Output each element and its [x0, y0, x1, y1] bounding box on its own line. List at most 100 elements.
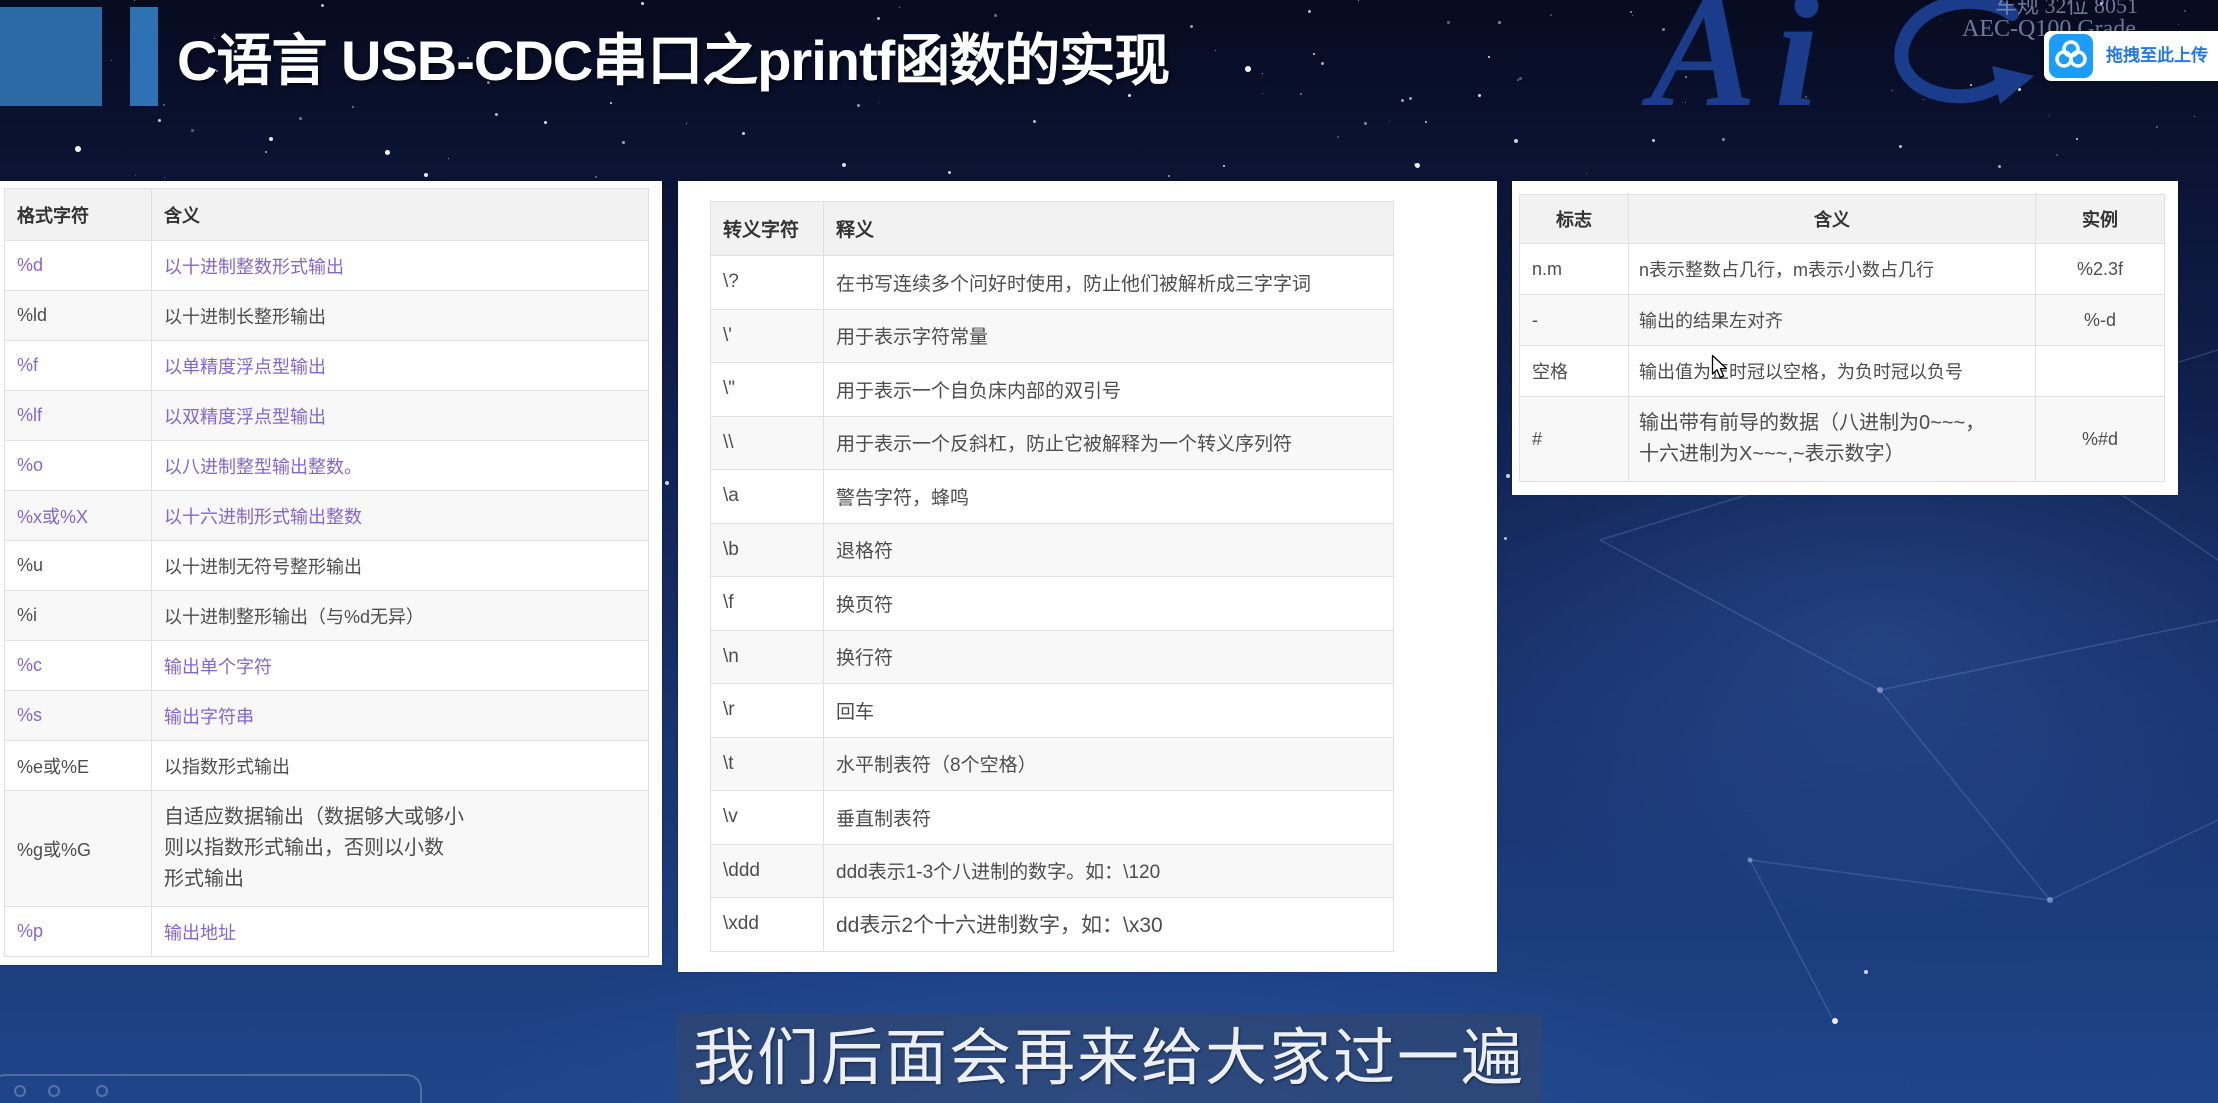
flag-cell: -	[1519, 294, 1629, 346]
format-table-row: %x或%X 以十六进制形式输出整数	[4, 490, 649, 541]
escape-table-row: \? 在书写连续多个问好时使用，防止他们被解析成三字字词	[710, 255, 1394, 310]
format-meaning-cell: 以八进制整型输出整数。	[151, 440, 649, 491]
format-flag-table: 标志 含义 实例 n.m n表示整数占几行，m表示小数占几行 %2.3f - 输出的结果左对齐…	[1519, 194, 2165, 482]
escape-table-row: \a 警告字符，蜂鸣	[710, 469, 1394, 524]
subtitle-caption-box: 我们后面会再来给大家过一遍	[676, 1014, 1542, 1103]
format-column-header: 含义	[151, 188, 649, 241]
flag-cell: #	[1519, 396, 1629, 482]
escape-table-row: \v 垂直制表符	[710, 790, 1394, 845]
flag-meaning-cell: 输出值为正时冠以空格，为负时冠以负号	[1628, 345, 2036, 397]
format-meaning-cell: 以十进制长整形输出	[151, 290, 649, 341]
format-header-row: 格式字符 含义	[4, 188, 649, 241]
format-table-row: %s 输出字符串	[4, 690, 649, 741]
escape-table-row: \" 用于表示一个自负床内部的双引号	[710, 362, 1394, 417]
format-spec-cell: %f	[4, 340, 152, 391]
format-table-row: %c 输出单个字符	[4, 640, 649, 691]
format-meaning-cell: 以十进制整数形式输出	[151, 240, 649, 291]
format-meaning-cell: 以单精度浮点型输出	[151, 340, 649, 391]
player-control-bar[interactable]	[0, 1074, 422, 1103]
format-table-row: %e或%E 以指数形式输出	[4, 740, 649, 791]
escape-table-row: \r 回车	[710, 683, 1394, 738]
escape-meaning-cell: 警告字符，蜂鸣	[823, 469, 1394, 524]
flag-column-header: 标志	[1519, 194, 1629, 244]
format-spec-cell: %d	[4, 240, 152, 291]
format-specifier-table: 格式字符 含义 %d 以十进制整数形式输出 %ld 以十进制长整形输出 %f 以单精度浮点型输…	[4, 188, 649, 957]
format-column-header: 格式字符	[4, 188, 152, 241]
format-specifier-panel: 格式字符 含义 %d 以十进制整数形式输出 %ld 以十进制长整形输出 %f 以单精度浮点型输…	[0, 181, 662, 965]
upload-drop-button[interactable]: 拖拽至此上传	[2044, 31, 2218, 81]
flag-column-header: 实例	[2035, 194, 2165, 244]
escape-char-cell: \xdd	[710, 897, 824, 952]
format-spec-cell: %s	[4, 690, 152, 741]
format-spec-cell: %e或%E	[4, 740, 152, 791]
format-meaning-cell: 输出地址	[151, 906, 649, 957]
escape-table-row: \' 用于表示字符常量	[710, 308, 1394, 363]
flag-header-row: 标志 含义 实例	[1519, 194, 2165, 244]
format-meaning-cell-line: 则以指数形式输出，否则以小数	[164, 837, 444, 859]
format-meaning-cell: 以十进制整形输出（与%d无异）	[151, 590, 649, 641]
escape-char-cell: \\	[710, 415, 824, 470]
flag-meaning-cell: n表示整数占几行，m表示小数占几行	[1628, 243, 2036, 295]
format-table-row: %u 以十进制无符号整形输出	[4, 540, 649, 591]
escape-meaning-cell: ddd表示1-3个八进制的数字。如：\120	[823, 843, 1394, 898]
format-spec-cell: %o	[4, 440, 152, 491]
format-table-row: %g或%G 自适应数据输出（数据够大或够小 则以指数形式输出，否则以小数 形式输出	[4, 790, 649, 907]
escape-char-cell: \t	[710, 736, 824, 791]
flag-meaning-cell: 输出的结果左对齐	[1628, 294, 2036, 346]
format-meaning-cell: 以双精度浮点型输出	[151, 390, 649, 441]
player-control-icon[interactable]	[14, 1085, 26, 1097]
flag-table-row: # 输出带有前导的数据（八进制为0~~~， 十六进制为X~~~,~表示数字） %#d	[1519, 396, 2165, 482]
format-meaning-cell: 以指数形式输出	[151, 740, 649, 791]
escape-char-cell: \r	[710, 683, 824, 738]
escape-header-row: 转义字符 释义	[710, 201, 1394, 256]
escape-meaning-cell: 水平制表符（8个空格）	[823, 736, 1394, 791]
title-accent-bar	[130, 7, 158, 106]
escape-meaning-cell: 用于表示一个自负床内部的双引号	[823, 362, 1394, 417]
format-meaning-cell-line: 自适应数据输出（数据够大或够小	[164, 806, 464, 828]
slide-title: C语言 USB-CDC串口之printf函数的实现	[177, 29, 1170, 92]
flag-cell: 空格	[1519, 345, 1629, 397]
player-control-icon[interactable]	[96, 1085, 108, 1097]
escape-column-header: 转义字符	[710, 201, 824, 256]
escape-char-cell: \"	[710, 362, 824, 417]
escape-table-row: \n 换行符	[710, 629, 1394, 684]
escape-meaning-cell: 用于表示字符常量	[823, 308, 1394, 363]
escape-char-cell: \f	[710, 576, 824, 631]
player-control-icon[interactable]	[48, 1085, 60, 1097]
format-table-row: %i 以十进制整形输出（与%d无异）	[4, 590, 649, 641]
escape-meaning-cell: 换行符	[823, 629, 1394, 684]
escape-char-cell: \?	[710, 255, 824, 310]
escape-meaning-cell: dd表示2个十六进制数字，如：\x30	[823, 897, 1394, 952]
format-meaning-cell-line: 形式输出	[164, 868, 244, 890]
brand-logo-mark: Ai	[1650, 0, 1838, 140]
flag-example-cell: %#d	[2035, 396, 2165, 482]
flag-example-cell: %-d	[2035, 294, 2165, 346]
format-flag-panel: 标志 含义 实例 n.m n表示整数占几行，m表示小数占几行 %2.3f - 输出的结果左对齐…	[1512, 181, 2178, 495]
format-spec-cell: %u	[4, 540, 152, 591]
escape-table-row: \f 换页符	[710, 576, 1394, 631]
escape-meaning-cell: 用于表示一个反斜杠，防止它被解释为一个转义序列符	[823, 415, 1394, 470]
escape-table-row: \xdd dd表示2个十六进制数字，如：\x30	[710, 897, 1394, 952]
escape-char-cell: \v	[710, 790, 824, 845]
subtitle-text: 我们后面会再来给大家过一遍	[692, 1024, 1525, 1093]
flag-meaning-cell: 输出带有前导的数据（八进制为0~~~， 十六进制为X~~~,~表示数字）	[1628, 396, 2036, 482]
escape-column-header: 释义	[823, 201, 1394, 256]
title-accent-square	[0, 7, 102, 106]
flag-meaning-cell-line: 十六进制为X~~~,~表示数字）	[1639, 443, 1905, 465]
format-meaning-cell: 输出字符串	[151, 690, 649, 741]
flag-table-row: 空格 输出值为正时冠以空格，为负时冠以负号	[1519, 345, 2165, 397]
format-table-row: %p 输出地址	[4, 906, 649, 957]
escape-meaning-cell: 退格符	[823, 522, 1394, 577]
escape-sequence-panel: 转义字符 释义 \? 在书写连续多个问好时使用，防止他们被解析成三字字词 \' 用于表示字…	[678, 181, 1497, 972]
format-spec-cell: %x或%X	[4, 490, 152, 541]
escape-table-row: \t 水平制表符（8个空格）	[710, 736, 1394, 791]
format-meaning-cell: 以十进制无符号整形输出	[151, 540, 649, 591]
escape-char-cell: \a	[710, 469, 824, 524]
format-meaning-cell: 输出单个字符	[151, 640, 649, 691]
flag-example-cell: %2.3f	[2035, 243, 2165, 295]
escape-table-row: \\ 用于表示一个反斜杠，防止它被解释为一个转义序列符	[710, 415, 1394, 470]
flag-table-row: n.m n表示整数占几行，m表示小数占几行 %2.3f	[1519, 243, 2165, 295]
flag-cell: n.m	[1519, 243, 1629, 295]
format-table-row: %f 以单精度浮点型输出	[4, 340, 649, 391]
escape-char-cell: \'	[710, 308, 824, 363]
